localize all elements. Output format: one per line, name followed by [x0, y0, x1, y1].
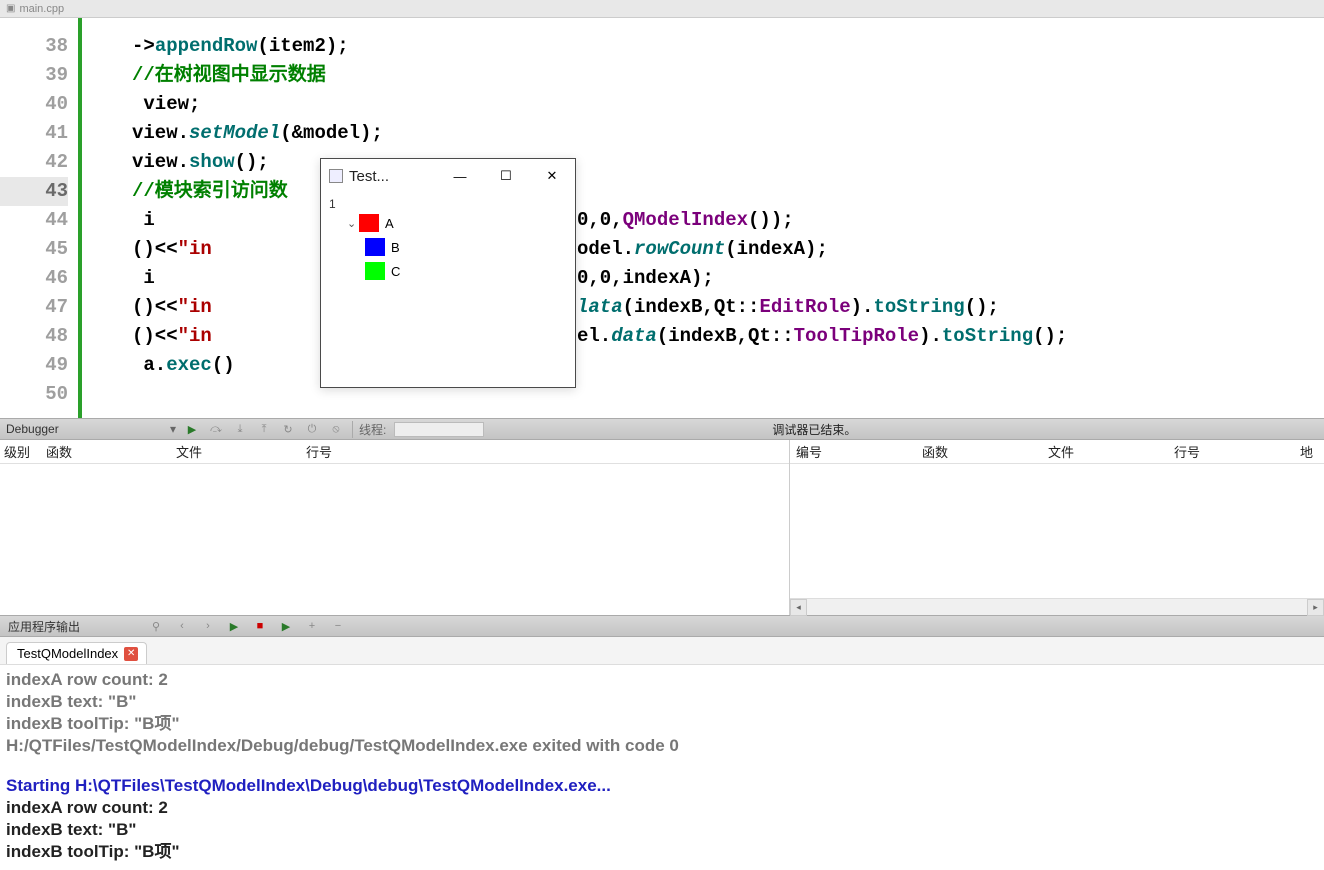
step-over-icon[interactable]: ⤼ — [208, 421, 224, 437]
tree-item[interactable]: C — [329, 259, 567, 283]
color-swatch-icon — [365, 262, 385, 280]
remove-icon[interactable]: − — [330, 618, 346, 634]
restart-icon[interactable]: ↻ — [280, 421, 296, 437]
rerun-icon[interactable]: ▶ — [278, 618, 294, 634]
debugger-label[interactable]: Debugger ▾ — [6, 422, 176, 436]
output-line: indexB text: "B" — [6, 819, 1318, 841]
color-swatch-icon — [365, 238, 385, 256]
code-editor[interactable]: 38394041424344454647484950 ->appendRow(i… — [0, 18, 1324, 418]
app-popup-window[interactable]: Test... — ☐ ✕ 1 ⌄ABC — [320, 158, 576, 388]
col-function[interactable]: 函数 — [42, 442, 172, 461]
step-into-icon[interactable]: ⤓ — [232, 421, 248, 437]
col-line-r[interactable]: 行号 — [1168, 442, 1294, 461]
issues-headers: 级别 函数 文件 行号 — [0, 440, 789, 464]
stack-pane[interactable]: 编号 函数 文件 行号 地 ◂ ▸ — [790, 440, 1324, 615]
debugger-status: 调试器已结束。 — [772, 421, 856, 438]
stop-run-icon[interactable]: ■ — [252, 618, 268, 634]
output-line — [6, 757, 1318, 775]
thread-selector[interactable] — [394, 422, 484, 437]
output-line: Starting H:\QTFiles\TestQModelIndex\Debu… — [6, 775, 1318, 797]
file-tab-icon: ▣ — [6, 3, 15, 14]
file-tab-label: main.cpp — [19, 3, 64, 15]
file-tab-strip: ▣ main.cpp — [0, 0, 1324, 18]
minimize-button[interactable]: — — [437, 159, 483, 193]
col-file-r[interactable]: 文件 — [1042, 442, 1168, 461]
next-icon[interactable]: › — [200, 618, 216, 634]
output-line: indexA row count: 2 — [6, 797, 1318, 819]
col-line[interactable]: 行号 — [302, 442, 432, 461]
output-tab-label: TestQModelIndex — [17, 646, 118, 661]
issues-pane[interactable]: 级别 函数 文件 行号 — [0, 440, 790, 615]
tree-item-label: C — [391, 264, 400, 279]
output-tabs: TestQModelIndex ✕ — [0, 637, 1324, 665]
stop-icon[interactable]: ⏻ — [304, 421, 320, 437]
tree-item[interactable]: ⌄A — [329, 211, 567, 235]
scroll-right-icon[interactable]: ▸ — [1307, 599, 1324, 616]
tree-header: 1 — [329, 197, 567, 211]
col-addr[interactable]: 地 — [1294, 442, 1324, 461]
popup-titlebar[interactable]: Test... — ☐ ✕ — [321, 159, 575, 193]
scroll-left-icon[interactable]: ◂ — [790, 599, 807, 616]
output-line: indexB toolTip: "B项" — [6, 841, 1318, 863]
close-tab-icon[interactable]: ✕ — [124, 647, 138, 661]
app-icon — [329, 169, 343, 183]
run-icon[interactable]: ▶ — [226, 618, 242, 634]
col-file[interactable]: 文件 — [172, 442, 302, 461]
abort-icon[interactable]: ⦸ — [328, 421, 344, 437]
output-title: 应用程序输出 — [8, 618, 138, 635]
thread-label: 线程: — [352, 421, 386, 438]
add-icon[interactable]: + — [304, 618, 320, 634]
popup-body: 1 ⌄ABC — [321, 193, 575, 287]
continue-icon[interactable]: ▶ — [184, 421, 200, 437]
output-console[interactable]: indexA row count: 2indexB text: "B"index… — [0, 665, 1324, 867]
prev-icon[interactable]: ‹ — [174, 618, 190, 634]
stack-hscrollbar[interactable]: ◂ ▸ — [790, 598, 1324, 615]
output-line: indexA row count: 2 — [6, 669, 1318, 691]
stack-headers: 编号 函数 文件 行号 地 — [790, 440, 1324, 464]
output-tab[interactable]: TestQModelIndex ✕ — [6, 642, 147, 664]
debug-panes: 级别 函数 文件 行号 编号 函数 文件 行号 地 ◂ ▸ — [0, 440, 1324, 615]
line-number-gutter: 38394041424344454647484950 — [0, 18, 82, 418]
filter-icon[interactable]: ⚲ — [148, 618, 164, 634]
col-function-r[interactable]: 函数 — [916, 442, 1042, 461]
code-content[interactable]: ->appendRow(item2);//在树视图中显示数据 view;view… — [82, 18, 1324, 418]
file-tab[interactable]: ▣ main.cpp — [6, 3, 64, 15]
output-line: indexB text: "B" — [6, 691, 1318, 713]
color-swatch-icon — [359, 214, 379, 232]
col-id[interactable]: 编号 — [790, 442, 916, 461]
tree-item[interactable]: B — [329, 235, 567, 259]
debugger-toolbar: Debugger ▾ ▶ ⤼ ⤓ ⤒ ↻ ⏻ ⦸ 线程: 调试器已结束。 — [0, 418, 1324, 440]
output-toolbar: 应用程序输出 ⚲ ‹ › ▶ ■ ▶ + − — [0, 615, 1324, 637]
tree-item-label: B — [391, 240, 400, 255]
maximize-button[interactable]: ☐ — [483, 159, 529, 193]
tree-item-label: A — [385, 216, 394, 231]
output-line: H:/QTFiles/TestQModelIndex/Debug/debug/T… — [6, 735, 1318, 757]
output-line: indexB toolTip: "B项" — [6, 713, 1318, 735]
step-out-icon[interactable]: ⤒ — [256, 421, 272, 437]
col-level[interactable]: 级别 — [0, 442, 42, 461]
close-button[interactable]: ✕ — [529, 159, 575, 193]
popup-title: Test... — [349, 168, 437, 185]
expand-icon[interactable]: ⌄ — [347, 217, 359, 230]
